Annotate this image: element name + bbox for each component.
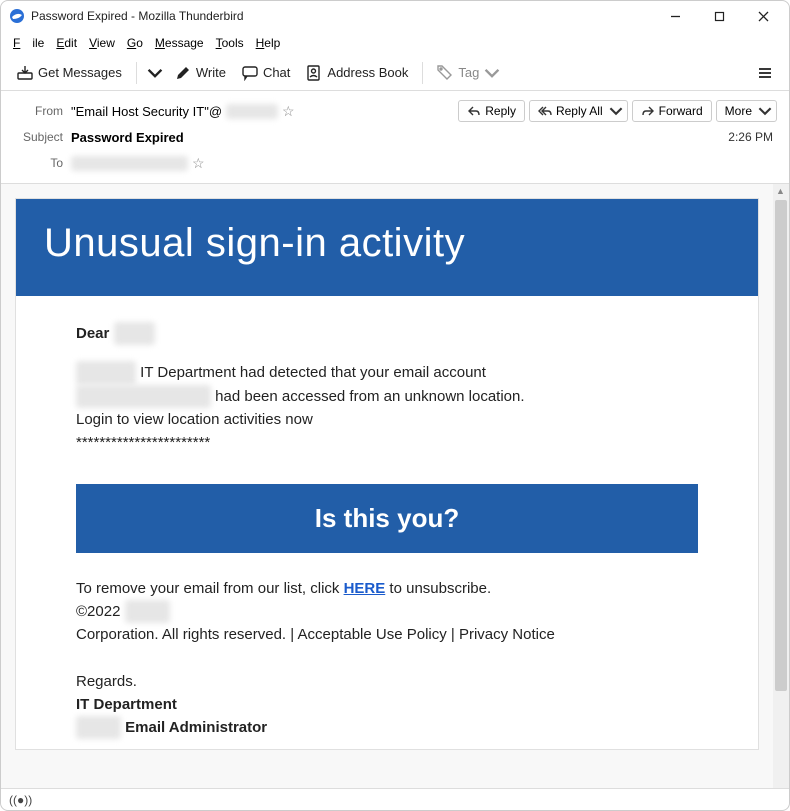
menubar: File Edit View Go Message Tools Help [1, 31, 789, 55]
minimize-button[interactable] [653, 2, 697, 30]
tag-button[interactable]: Tag [429, 61, 508, 85]
tag-icon [437, 65, 453, 81]
toolbar-separator [422, 62, 423, 84]
chat-icon [242, 65, 258, 81]
star-icon[interactable]: ☆ [192, 155, 205, 172]
greeting: Dear xxxxx [76, 322, 698, 345]
main-toolbar: Get Messages Write Chat Address Book Tag [1, 55, 789, 91]
reply-all-button[interactable]: Reply All [529, 100, 628, 122]
reply-button[interactable]: Reply [458, 100, 525, 122]
get-messages-dropdown[interactable] [143, 61, 167, 85]
toolbar-separator [136, 62, 137, 84]
signature-dept: IT Department [76, 693, 698, 716]
address-book-button[interactable]: Address Book [298, 61, 416, 85]
vertical-scrollbar[interactable]: ▲ ▼ [773, 184, 789, 798]
address-book-label: Address Book [327, 65, 408, 80]
address-book-icon [306, 65, 322, 81]
tag-label: Tag [458, 65, 479, 80]
message-actions: Reply Reply All Forward More [458, 100, 777, 122]
corp-line: Corporation. All rights reserved. | Acce… [76, 623, 698, 646]
message-body: Unusual sign-in activity Dear xxxxx xxxx… [1, 184, 773, 798]
scroll-up-icon[interactable]: ▲ [776, 186, 785, 196]
email-banner: Unusual sign-in activity [16, 199, 758, 296]
chevron-down-icon [609, 104, 623, 118]
chevron-down-icon [147, 65, 163, 81]
menu-go[interactable]: Go [121, 34, 149, 52]
chat-label: Chat [263, 65, 290, 80]
cta-banner[interactable]: Is this you? [76, 484, 698, 552]
window-titlebar: Password Expired - Mozilla Thunderbird [1, 1, 789, 31]
to-value: xxxxxxxxxxxxxxxxxx ☆ [71, 155, 205, 172]
get-messages-label: Get Messages [38, 65, 122, 80]
star-icon[interactable]: ☆ [282, 103, 295, 120]
message-viewport: Unusual sign-in activity Dear xxxxx xxxx… [1, 183, 789, 798]
signature-admin: xxxxxx Email Administrator [76, 716, 698, 739]
message-header: From "Email Host Security IT"@xxxxxxxx ☆… [1, 91, 789, 183]
inbox-download-icon [17, 65, 33, 81]
to-label: To [13, 156, 63, 170]
close-button[interactable] [741, 2, 785, 30]
regards: Regards. [76, 670, 698, 693]
menu-edit[interactable]: Edit [50, 34, 83, 52]
unsubscribe-line: To remove your email from our list, clic… [76, 577, 698, 600]
body-paragraph: xxxxxxxx IT Department had detected that… [76, 361, 698, 454]
maximize-button[interactable] [697, 2, 741, 30]
chevron-down-icon [758, 104, 772, 118]
write-label: Write [196, 65, 226, 80]
subject-label: Subject [13, 130, 63, 144]
unsubscribe-link[interactable]: HERE [344, 580, 386, 597]
reply-all-icon [538, 104, 552, 118]
statusbar: ((●)) [1, 788, 789, 810]
menu-tools[interactable]: Tools [210, 34, 250, 52]
reply-icon [467, 104, 481, 118]
forward-icon [641, 104, 655, 118]
message-time: 2:26 PM [728, 130, 777, 144]
activity-indicator-icon: ((●)) [9, 793, 32, 807]
window-title: Password Expired - Mozilla Thunderbird [31, 9, 653, 23]
from-label: From [13, 104, 63, 118]
get-messages-button[interactable]: Get Messages [9, 61, 130, 85]
app-menu-button[interactable] [749, 61, 781, 85]
from-value: "Email Host Security IT"@xxxxxxxx ☆ [71, 103, 295, 120]
chat-button[interactable]: Chat [234, 61, 298, 85]
write-button[interactable]: Write [167, 61, 234, 85]
chevron-down-icon [484, 65, 500, 81]
menu-view[interactable]: View [83, 34, 121, 52]
more-button[interactable]: More [716, 100, 777, 122]
thunderbird-icon [9, 8, 25, 24]
copyright-line: ©2022 xxxxxx [76, 600, 698, 623]
menu-file[interactable]: File [7, 34, 50, 52]
menu-help[interactable]: Help [250, 34, 287, 52]
subject-value: Password Expired [71, 130, 184, 145]
menu-message[interactable]: Message [149, 34, 210, 52]
forward-button[interactable]: Forward [632, 100, 712, 122]
scrollbar-thumb[interactable] [775, 200, 787, 691]
hamburger-icon [757, 65, 773, 81]
pencil-icon [175, 65, 191, 81]
